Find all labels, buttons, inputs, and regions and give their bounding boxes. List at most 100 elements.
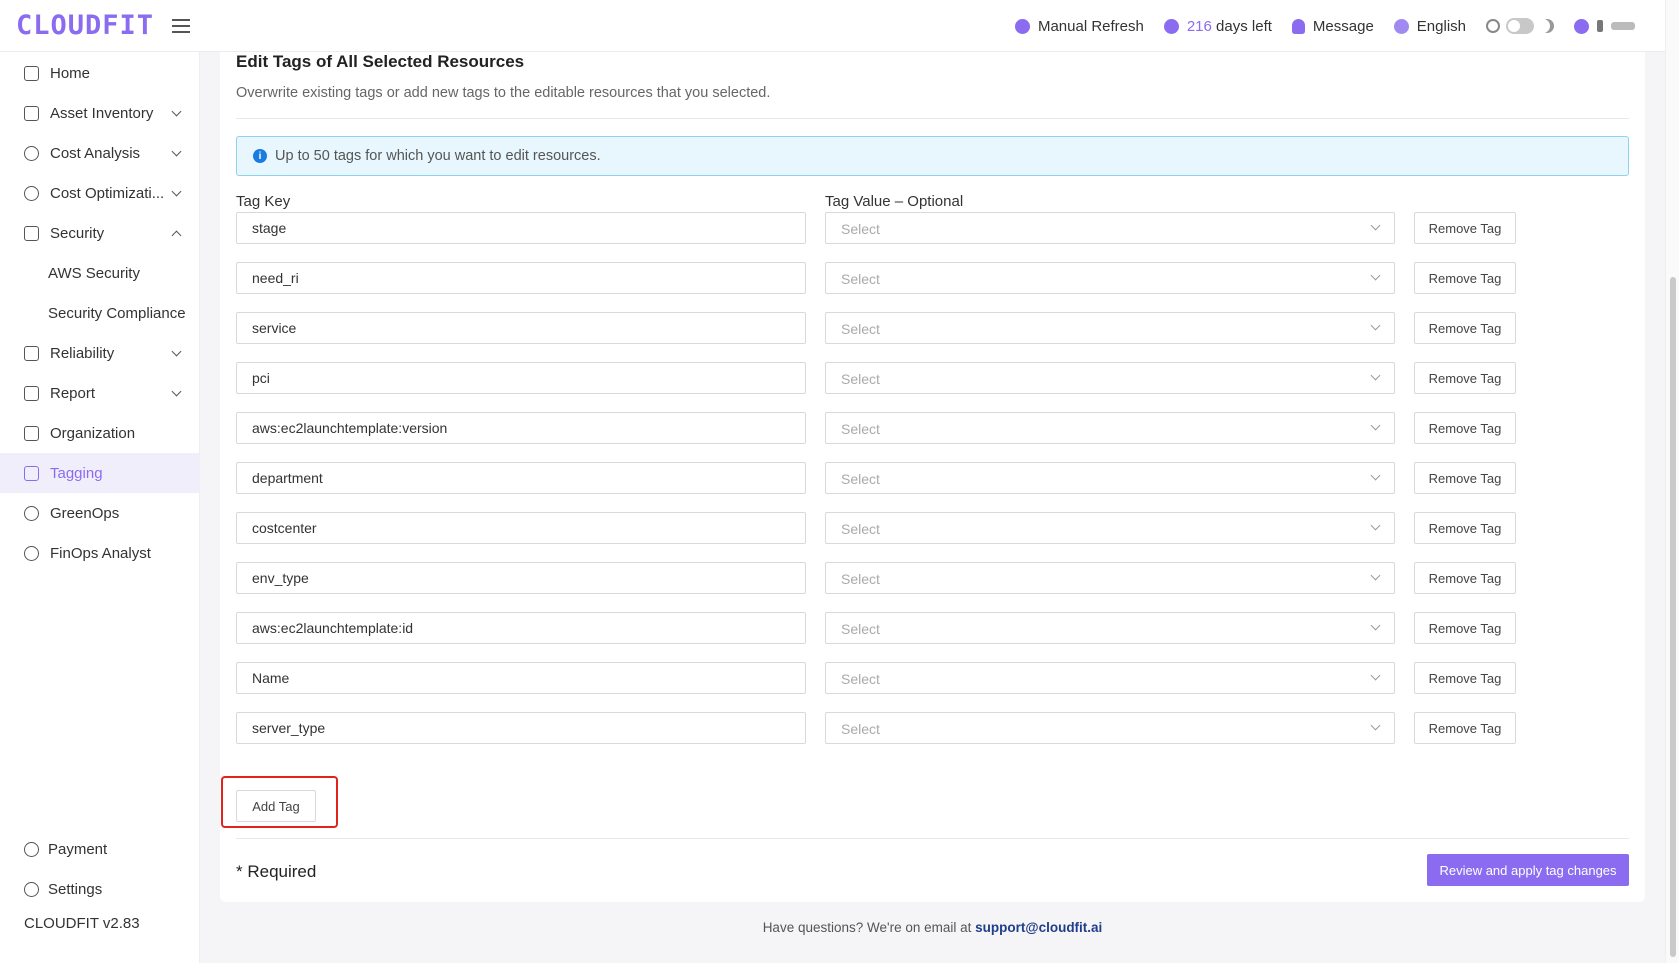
alarm-icon — [24, 225, 39, 241]
chevron-down-icon — [1370, 270, 1381, 281]
page-scrollbar[interactable] — [1665, 0, 1679, 963]
menu-toggle-icon[interactable] — [172, 18, 191, 33]
tag-key-input[interactable] — [236, 612, 806, 644]
select-placeholder: Select — [841, 521, 880, 537]
user-menu[interactable] — [1574, 18, 1635, 34]
tag-row: Select Remove Tag — [236, 312, 1536, 344]
tag-value-select[interactable]: Select — [825, 262, 1395, 294]
select-placeholder: Select — [841, 571, 880, 587]
gauge-icon — [24, 145, 39, 161]
app-version: CLOUDFIT v2.83 — [24, 915, 140, 932]
tag-key-input[interactable] — [236, 512, 806, 544]
sidebar-item-home[interactable]: Home — [0, 53, 200, 93]
remove-tag-button[interactable]: Remove Tag — [1414, 362, 1516, 394]
chevron-down-icon — [171, 186, 182, 197]
tag-value-select[interactable]: Select — [825, 362, 1395, 394]
sidebar-item-asset-inventory[interactable]: Asset Inventory — [0, 93, 200, 133]
select-placeholder: Select — [841, 221, 880, 237]
chevron-down-icon — [1370, 470, 1381, 481]
document-icon — [24, 385, 39, 401]
select-placeholder: Select — [841, 421, 880, 437]
sidebar-item-security-compliance[interactable]: Security Compliance — [0, 293, 200, 333]
sidebar-item-greenops[interactable]: GreenOps — [0, 493, 200, 533]
divider — [236, 118, 1629, 119]
tag-value-select[interactable]: Select — [825, 412, 1395, 444]
chevron-down-icon — [171, 106, 182, 117]
chevron-down-icon — [171, 346, 182, 357]
page-subtitle: Overwrite existing tags or add new tags … — [236, 85, 771, 101]
tag-key-input[interactable] — [236, 312, 806, 344]
remove-tag-button[interactable]: Remove Tag — [1414, 612, 1516, 644]
tag-key-header: Tag Key — [236, 193, 291, 210]
language-selector[interactable]: English — [1393, 18, 1466, 35]
tag-value-select[interactable]: Select — [825, 662, 1395, 694]
tag-key-input[interactable] — [236, 412, 806, 444]
sidebar-item-settings[interactable]: Settings — [0, 869, 200, 909]
cloudfit-logo[interactable]: CLOUDFIT — [16, 10, 154, 41]
tag-row: Select Remove Tag — [236, 362, 1536, 394]
tag-value-select[interactable]: Select — [825, 462, 1395, 494]
tag-key-input[interactable] — [236, 562, 806, 594]
tag-value-select[interactable]: Select — [825, 712, 1395, 744]
remove-tag-button[interactable]: Remove Tag — [1414, 262, 1516, 294]
scroll-thumb[interactable] — [1670, 277, 1676, 957]
tag-value-select[interactable]: Select — [825, 562, 1395, 594]
manual-refresh-button[interactable]: Manual Refresh — [1014, 18, 1144, 35]
chevron-down-icon — [1370, 520, 1381, 531]
sidebar-item-tagging[interactable]: Tagging — [0, 453, 200, 493]
select-placeholder: Select — [841, 721, 880, 737]
tag-value-select[interactable]: Select — [825, 212, 1395, 244]
tag-key-input[interactable] — [236, 362, 806, 394]
remove-tag-button[interactable]: Remove Tag — [1414, 712, 1516, 744]
tag-key-input[interactable] — [236, 712, 806, 744]
sidebar-item-aws-security[interactable]: AWS Security — [0, 253, 200, 293]
top-header: CLOUDFIT Manual Refresh 216 days left Me… — [0, 0, 1665, 52]
theme-switch[interactable] — [1506, 18, 1534, 34]
tag-value-select[interactable]: Select — [825, 312, 1395, 344]
user-avatar-icon — [1574, 18, 1589, 34]
sidebar-item-reliability[interactable]: Reliability — [0, 333, 200, 373]
remove-tag-button[interactable]: Remove Tag — [1414, 412, 1516, 444]
remove-tag-button[interactable]: Remove Tag — [1414, 462, 1516, 494]
sidebar-item-organization[interactable]: Organization — [0, 413, 200, 453]
tag-icon — [24, 465, 39, 481]
sidebar-item-security[interactable]: Security — [0, 213, 200, 253]
tag-row: Select Remove Tag — [236, 712, 1536, 744]
inventory-icon — [24, 105, 39, 121]
select-placeholder: Select — [841, 471, 880, 487]
tag-value-select[interactable]: Select — [825, 512, 1395, 544]
select-placeholder: Select — [841, 321, 880, 337]
required-note: * Required — [236, 862, 317, 881]
tag-row: Select Remove Tag — [236, 412, 1536, 444]
remove-tag-button[interactable]: Remove Tag — [1414, 212, 1516, 244]
moon-icon — [1540, 19, 1554, 33]
chevron-down-icon — [1370, 570, 1381, 581]
remove-tag-button[interactable]: Remove Tag — [1414, 662, 1516, 694]
dollar-icon — [24, 185, 39, 201]
review-apply-button[interactable]: Review and apply tag changes — [1427, 854, 1629, 886]
tag-key-input[interactable] — [236, 262, 806, 294]
tag-value-select[interactable]: Select — [825, 612, 1395, 644]
remove-tag-button[interactable]: Remove Tag — [1414, 312, 1516, 344]
sidebar: Home Asset Inventory Cost Analysis Cost … — [0, 52, 200, 963]
days-left-label: days left — [1216, 17, 1272, 35]
select-placeholder: Select — [841, 371, 880, 387]
sun-icon — [1486, 19, 1500, 33]
info-icon: i — [253, 149, 267, 163]
tag-key-input[interactable] — [236, 462, 806, 494]
sidebar-item-payment[interactable]: Payment — [0, 829, 200, 869]
sidebar-item-report[interactable]: Report — [0, 373, 200, 413]
remove-tag-button[interactable]: Remove Tag — [1414, 562, 1516, 594]
sidebar-item-cost-optimization[interactable]: Cost Optimizati... — [0, 173, 200, 213]
sidebar-item-cost-analysis[interactable]: Cost Analysis — [0, 133, 200, 173]
message-button[interactable]: Message — [1291, 18, 1374, 35]
footer-text: Have questions? We're on email at — [762, 920, 972, 935]
support-email-link[interactable]: support@cloudfit.ai — [975, 920, 1102, 935]
tag-key-input[interactable] — [236, 662, 806, 694]
days-left-indicator: 216 days left — [1163, 17, 1272, 35]
add-tag-button[interactable]: Add Tag — [236, 790, 316, 822]
remove-tag-button[interactable]: Remove Tag — [1414, 512, 1516, 544]
theme-toggle[interactable] — [1486, 18, 1554, 34]
tag-key-input[interactable] — [236, 212, 806, 244]
sidebar-item-finops-analyst[interactable]: FinOps Analyst — [0, 533, 200, 573]
